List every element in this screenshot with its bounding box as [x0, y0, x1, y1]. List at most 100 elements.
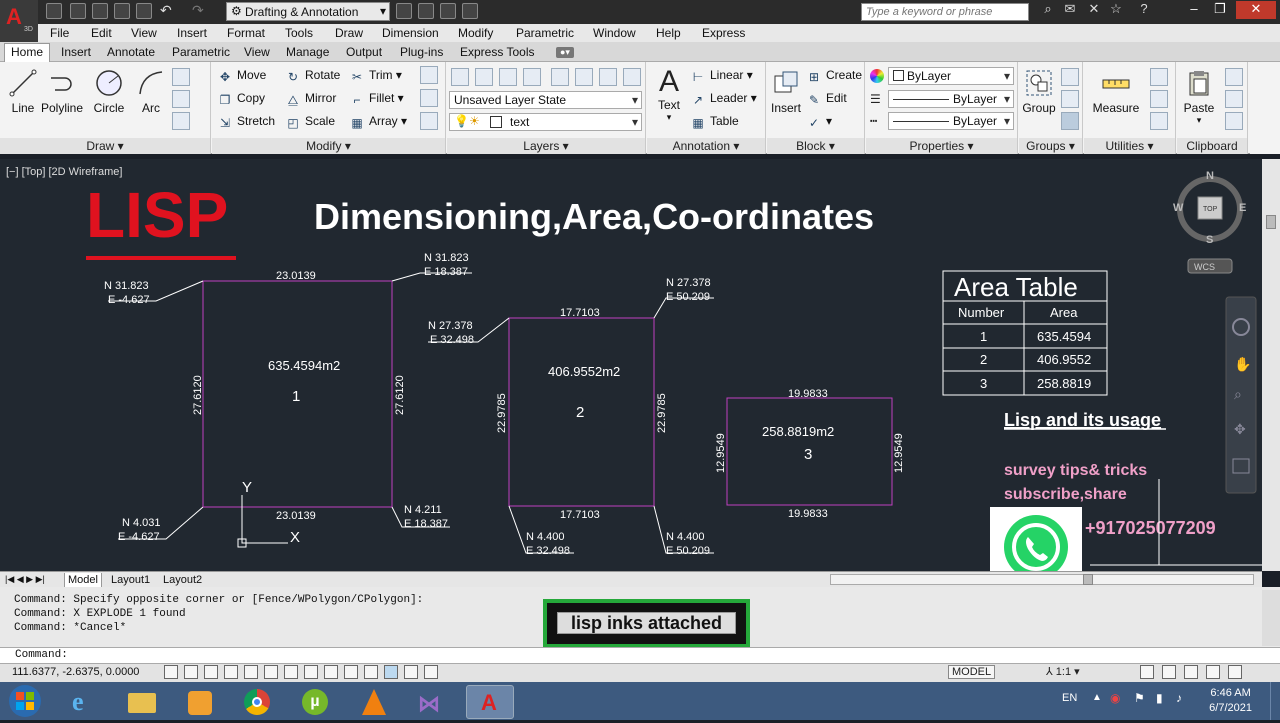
- menu-parametric[interactable]: Parametric: [516, 26, 574, 40]
- layer-tools-icon[interactable]: [418, 3, 434, 19]
- linetype-dropdown[interactable]: ByLayer: [888, 90, 1014, 108]
- dyn-icon[interactable]: [344, 665, 358, 679]
- stretch-button[interactable]: ⇲ Stretch: [218, 114, 275, 130]
- zoom-icon[interactable]: ⌕: [1234, 386, 1242, 402]
- ducs-icon[interactable]: [324, 665, 338, 679]
- volume-icon[interactable]: ♪: [1176, 691, 1182, 705]
- layer-previous-icon[interactable]: [599, 68, 617, 86]
- quick-access-icon[interactable]: [462, 3, 478, 19]
- menu-window[interactable]: Window: [593, 26, 636, 40]
- menu-insert[interactable]: Insert: [177, 26, 207, 40]
- tab-model[interactable]: Model: [64, 573, 102, 588]
- horizontal-scroll-thumb[interactable]: [1083, 574, 1093, 585]
- plot-icon[interactable]: [136, 3, 152, 19]
- menu-file[interactable]: File: [50, 26, 69, 40]
- annotation-panel-title[interactable]: Annotation ▾: [647, 138, 765, 154]
- chrome-icon[interactable]: [234, 685, 282, 719]
- action-center-icon[interactable]: ⚑: [1134, 691, 1145, 705]
- panel-toggle-icon[interactable]: ●▾: [556, 47, 574, 58]
- undo-icon[interactable]: ↶: [160, 2, 172, 19]
- ungroup-icon[interactable]: [1061, 68, 1079, 86]
- help-icon[interactable]: ?: [1130, 1, 1158, 19]
- command-input[interactable]: Command:: [0, 647, 1280, 663]
- menu-format[interactable]: Format: [227, 26, 265, 40]
- minimize-icon[interactable]: –: [1180, 1, 1208, 19]
- clean-screen-icon[interactable]: [1228, 665, 1242, 679]
- orbit-icon[interactable]: ✥: [1234, 421, 1246, 437]
- cut-icon[interactable]: [1225, 68, 1243, 86]
- menu-help[interactable]: Help: [656, 26, 681, 40]
- measure-button[interactable]: Measure: [1090, 68, 1142, 115]
- lock-ui-icon[interactable]: [1162, 665, 1176, 679]
- tab-layout2[interactable]: Layout2: [160, 573, 205, 587]
- rotate-button[interactable]: ↻ Rotate: [286, 68, 340, 84]
- linear-button[interactable]: ⊢ Linear ▾: [691, 68, 753, 84]
- file-explorer-icon[interactable]: [118, 685, 166, 719]
- media-player-icon[interactable]: [176, 685, 224, 719]
- osnap-icon[interactable]: [264, 665, 278, 679]
- snap-icon[interactable]: [184, 665, 198, 679]
- workspace-dropdown[interactable]: Drafting & Annotation▾: [226, 2, 390, 21]
- array-button[interactable]: ▦ Array ▾: [350, 114, 407, 130]
- tab-annotate[interactable]: Annotate: [107, 45, 155, 59]
- menu-tools[interactable]: Tools: [285, 26, 313, 40]
- horizontal-scrollbar[interactable]: [830, 574, 1254, 585]
- workspace-switch-icon[interactable]: [1140, 665, 1154, 679]
- 3dosnap-icon[interactable]: [284, 665, 298, 679]
- vlc-icon[interactable]: [350, 685, 398, 719]
- select-all-icon[interactable]: [1150, 90, 1168, 108]
- start-button[interactable]: [4, 682, 46, 720]
- copy-button[interactable]: ❐ Copy: [218, 91, 265, 107]
- hatch-icon[interactable]: [172, 112, 190, 130]
- quick-properties-icon[interactable]: [404, 665, 418, 679]
- match-prop-icon[interactable]: [1225, 112, 1243, 130]
- layer-freeze-icon[interactable]: [523, 68, 541, 86]
- utorrent-icon[interactable]: µ: [292, 685, 340, 719]
- restore-icon[interactable]: ❐: [1206, 1, 1234, 19]
- favorites-icon[interactable]: ☆: [1102, 1, 1130, 19]
- scale-button[interactable]: ◰ Scale: [286, 114, 335, 130]
- application-menu-button[interactable]: A 3D: [0, 0, 38, 42]
- calculator-icon[interactable]: [1150, 112, 1168, 130]
- modify-panel-title[interactable]: Modify ▾: [212, 138, 445, 154]
- layer-dropdown[interactable]: 💡☀ text: [449, 113, 642, 131]
- layer-match-icon[interactable]: [575, 68, 593, 86]
- pan-icon[interactable]: ✋: [1234, 356, 1251, 372]
- tab-parametric[interactable]: Parametric: [172, 45, 230, 59]
- rectangle-icon[interactable]: [172, 68, 190, 86]
- isolate-objects-icon[interactable]: [1206, 665, 1220, 679]
- internet-explorer-icon[interactable]: e: [60, 685, 108, 719]
- draw-panel-title[interactable]: Draw ▾: [0, 138, 210, 154]
- erase-icon[interactable]: [420, 66, 438, 84]
- hardware-accel-icon[interactable]: [1184, 665, 1198, 679]
- system-clock[interactable]: 6:46 AM 6/7/2021: [1209, 686, 1252, 716]
- explode-icon[interactable]: [420, 89, 438, 107]
- attribute-button[interactable]: ✓ ▾: [807, 114, 832, 130]
- layer-unisolate-icon[interactable]: [499, 68, 517, 86]
- autocad-taskbar-icon[interactable]: A: [466, 685, 514, 719]
- fillet-button[interactable]: ⌐ Fillet ▾: [350, 91, 403, 107]
- offset-icon[interactable]: [420, 112, 438, 130]
- edit-block-button[interactable]: ✎ Edit: [807, 91, 847, 107]
- quick-select-icon[interactable]: [1150, 68, 1168, 86]
- groups-panel-title[interactable]: Groups ▾: [1019, 138, 1082, 154]
- tab-home[interactable]: Home: [4, 43, 51, 62]
- menu-modify[interactable]: Modify: [458, 26, 493, 40]
- language-indicator[interactable]: EN: [1062, 692, 1077, 704]
- visual-studio-icon[interactable]: ⋈: [408, 685, 456, 719]
- close-icon[interactable]: ✕: [1236, 1, 1276, 19]
- workspace-settings-icon[interactable]: [396, 3, 412, 19]
- polyline-button[interactable]: Polyline: [40, 68, 84, 115]
- menu-edit[interactable]: Edit: [91, 26, 112, 40]
- show-hidden-icons[interactable]: ▲: [1092, 692, 1102, 703]
- group-edit-icon[interactable]: [1061, 90, 1079, 108]
- copy-clip-icon[interactable]: [1225, 90, 1243, 108]
- grid-icon[interactable]: [204, 665, 218, 679]
- trim-button[interactable]: ✂ Trim ▾: [350, 68, 402, 84]
- network-icon[interactable]: ▮: [1156, 691, 1163, 705]
- otrack-icon[interactable]: [304, 665, 318, 679]
- circle-button[interactable]: Circle: [88, 68, 130, 115]
- table-button[interactable]: ▦ Table: [691, 114, 738, 130]
- group-button[interactable]: Group: [1021, 68, 1057, 115]
- tab-output[interactable]: Output: [346, 45, 382, 59]
